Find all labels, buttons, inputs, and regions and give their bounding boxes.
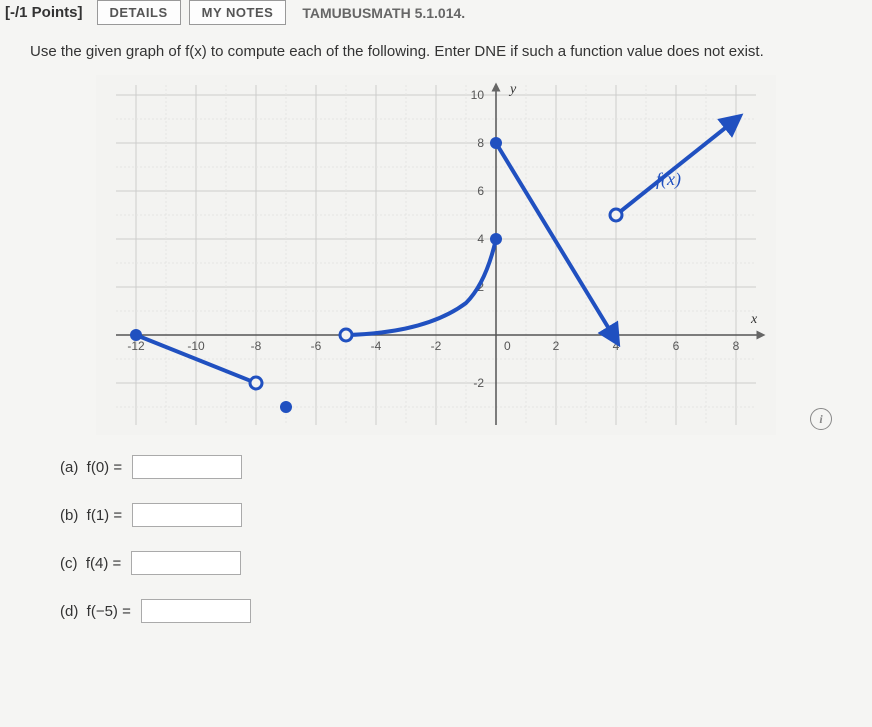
svg-text:-6: -6	[311, 339, 322, 353]
question-c-label: (c) f(4) =	[60, 555, 125, 572]
svg-text:-12: -12	[127, 339, 145, 353]
questions-list: (a) f(0) = (b) f(1) = (c) f(4) = (d) f(−…	[0, 445, 872, 623]
instruction-text: Use the given graph of f(x) to compute e…	[0, 33, 872, 70]
svg-text:y: y	[508, 82, 517, 97]
svg-text:10: 10	[471, 88, 485, 102]
answer-input-b[interactable]	[132, 503, 242, 527]
question-d-label: (d) f(−5) =	[60, 603, 135, 620]
svg-text:4: 4	[613, 339, 620, 353]
svg-text:x: x	[750, 312, 758, 327]
svg-text:8: 8	[733, 339, 740, 353]
svg-text:8: 8	[477, 136, 484, 150]
info-icon[interactable]: i	[810, 408, 832, 430]
svg-text:0: 0	[504, 339, 511, 353]
svg-text:2: 2	[553, 339, 560, 353]
question-c: (c) f(4) =	[60, 551, 872, 575]
question-d: (d) f(−5) =	[60, 599, 872, 623]
svg-text:-8: -8	[251, 339, 262, 353]
question-a-label: (a) f(0) =	[60, 459, 126, 476]
svg-text:-4: -4	[371, 339, 382, 353]
assignment-reference: TAMUBUSMATH 5.1.014.	[302, 5, 465, 21]
svg-text:-2: -2	[473, 376, 484, 390]
question-b: (b) f(1) =	[60, 503, 872, 527]
question-a: (a) f(0) =	[60, 455, 872, 479]
svg-text:6: 6	[673, 339, 680, 353]
svg-text:-10: -10	[187, 339, 205, 353]
my-notes-button[interactable]: MY NOTES	[189, 0, 287, 25]
answer-input-d[interactable]	[141, 599, 251, 623]
svg-text:-2: -2	[431, 339, 442, 353]
graph-container: -12 -10 -8 -6 -4 -2 0 2 4 6 8 -2 2 4 6 8…	[0, 75, 872, 435]
svg-text:6: 6	[477, 184, 484, 198]
question-b-label: (b) f(1) =	[60, 507, 126, 524]
answer-input-c[interactable]	[131, 551, 241, 575]
question-header: [-/1 Points] DETAILS MY NOTES TAMUBUSMAT…	[0, 0, 872, 33]
answer-input-a[interactable]	[132, 455, 242, 479]
points-label: [-/1 Points]	[5, 4, 89, 21]
svg-text:4: 4	[477, 232, 484, 246]
details-button[interactable]: DETAILS	[97, 0, 181, 25]
function-graph: -12 -10 -8 -6 -4 -2 0 2 4 6 8 -2 2 4 6 8…	[96, 75, 776, 435]
